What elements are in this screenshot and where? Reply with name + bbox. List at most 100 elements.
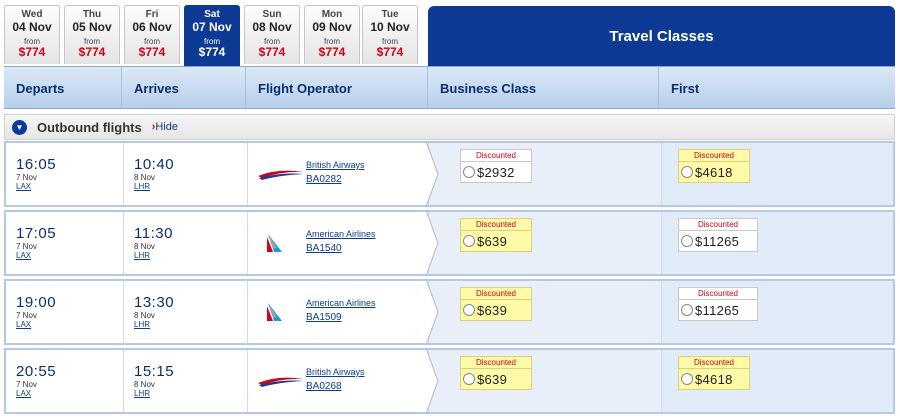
date-tab-tue[interactable]: Tue 10 Nov from $774 [362,5,418,64]
arrival-time: 10:40 [134,156,175,173]
arrival-date: 8 Nov [134,380,155,389]
chevron-down-icon[interactable]: ▼ [12,119,27,135]
flight-row: 17:05 7 Nov LAX 11:30 8 Nov LHR American… [4,210,895,276]
arrival-airport-link[interactable]: LHR [134,389,247,398]
fare-option[interactable]: $4618 [678,161,750,183]
departure-airport-link[interactable]: LAX [16,389,123,398]
departure-date: 7 Nov [16,173,37,182]
date-tab-dow: Sat [204,9,220,20]
business-fare: Discounted $639 [460,356,532,390]
departure-airport-link[interactable]: LAX [16,182,123,191]
departs-cell: 20:55 7 Nov LAX [6,350,124,412]
date-tab-price: $774 [18,45,46,59]
date-tab-dow: Sun [262,9,282,20]
date-tab-dow: Wed [21,9,43,20]
fare-option[interactable]: $639 [460,299,532,321]
fare-radio[interactable] [681,304,693,316]
business-fare: Discounted $639 [460,218,532,252]
departure-airport-link[interactable]: LAX [16,251,123,260]
date-tab-sun[interactable]: Sun 08 Nov from $774 [244,5,300,64]
arrives-cell: 15:15 8 Nov LHR [124,350,248,412]
first-fare: Discounted $11265 [678,287,758,321]
row-arrow-icon [426,141,439,207]
departure-time: 17:05 [16,225,57,242]
column-header-arrives[interactable]: Arrives [122,66,246,109]
date-tab-date: 07 Nov [192,20,232,34]
arrival-time: 11:30 [134,225,173,242]
date-tab-dow: Fri [145,9,159,20]
departure-date: 7 Nov [16,380,37,389]
fare-price: $639 [477,233,508,249]
date-tab-sat-selected[interactable]: Sat 07 Nov from $774 [184,5,240,66]
operator-cell: American Airlines BA1509 [248,279,439,345]
operator-cell: British Airways BA0282 [248,141,439,207]
fare-option[interactable]: $639 [460,230,532,252]
business-fare-cell: Discounted $639 [428,281,661,343]
fare-option[interactable]: $2932 [460,161,532,183]
airline-name-link[interactable]: American Airlines [306,298,376,308]
arrival-airport-link[interactable]: LHR [134,320,247,329]
fare-option[interactable]: $4618 [678,368,750,390]
discount-badge: Discounted [460,356,532,368]
departure-date: 7 Nov [16,311,37,320]
fare-price: $4618 [695,371,733,387]
business-fare: Discounted $2932 [460,149,532,183]
fare-option[interactable]: $639 [460,368,532,390]
date-tab-date: 04 Nov [12,20,52,34]
arrival-airport-link[interactable]: LHR [134,182,247,191]
flight-number-link[interactable]: BA1540 [306,243,342,254]
flight-number-link[interactable]: BA1509 [306,312,342,323]
fare-radio[interactable] [681,166,693,178]
american-airlines-logo [267,303,282,321]
business-fare-cell: Discounted $2932 [428,143,661,205]
date-tab-mon[interactable]: Mon 09 Nov from $774 [304,5,360,64]
fare-option[interactable]: $11265 [678,299,758,321]
date-tab-fri[interactable]: Fri 06 Nov from $774 [124,5,180,64]
date-tab-price: $774 [318,45,346,59]
fare-price: $639 [477,302,508,318]
departure-time: 20:55 [16,363,57,380]
date-tab-dow: Thu [82,9,102,20]
fare-radio[interactable] [463,373,475,385]
date-tab-price: $774 [78,45,106,59]
outbound-title: Outbound flights [37,119,142,135]
first-fare-cell: Discounted $11265 [661,212,893,274]
date-tab-price: $774 [198,45,226,59]
departure-airport-link[interactable]: LAX [16,320,123,329]
business-fare-cell: Discounted $639 [428,212,661,274]
fare-radio[interactable] [463,304,475,316]
discount-badge: Discounted [460,218,532,230]
airline-name-link[interactable]: British Airways [306,160,365,170]
date-tab-wed[interactable]: Wed 04 Nov from $774 [4,5,60,64]
discount-badge: Discounted [678,356,750,368]
first-fare: Discounted $4618 [678,149,750,183]
column-header-business[interactable]: Business Class [428,66,659,109]
fare-radio[interactable] [681,373,693,385]
flight-number-link[interactable]: BA0282 [306,174,342,185]
first-fare-cell: Discounted $11265 [661,281,893,343]
airline-name-link[interactable]: American Airlines [306,229,376,239]
arrival-date: 8 Nov [134,242,155,251]
flight-row: 19:00 7 Nov LAX 13:30 8 Nov LHR American… [4,279,895,345]
airline-name-link[interactable]: British Airways [306,367,365,377]
date-tab-price: $774 [258,45,286,59]
flight-number-link[interactable]: BA0268 [306,381,342,392]
british-airways-logo [258,377,304,387]
travel-classes-header: Travel Classes [428,6,895,66]
column-header-operator[interactable]: Flight Operator [246,66,428,109]
departs-cell: 17:05 7 Nov LAX [6,212,124,274]
fare-radio[interactable] [463,166,475,178]
fare-radio[interactable] [681,235,693,247]
date-tab-price: $774 [138,45,166,59]
arrival-airport-link[interactable]: LHR [134,251,247,260]
fare-radio[interactable] [463,235,475,247]
date-tab-dow: Tue [381,9,399,20]
column-header-departs[interactable]: Departs [4,66,122,109]
hide-link[interactable]: ›Hide [152,121,178,133]
column-header-first[interactable]: First [659,66,895,109]
date-tab-thu[interactable]: Thu 05 Nov from $774 [64,5,120,64]
fare-option[interactable]: $11265 [678,230,758,252]
arrives-cell: 10:40 8 Nov LHR [124,143,248,205]
fare-price: $639 [477,371,508,387]
arrival-time: 13:30 [134,294,175,311]
